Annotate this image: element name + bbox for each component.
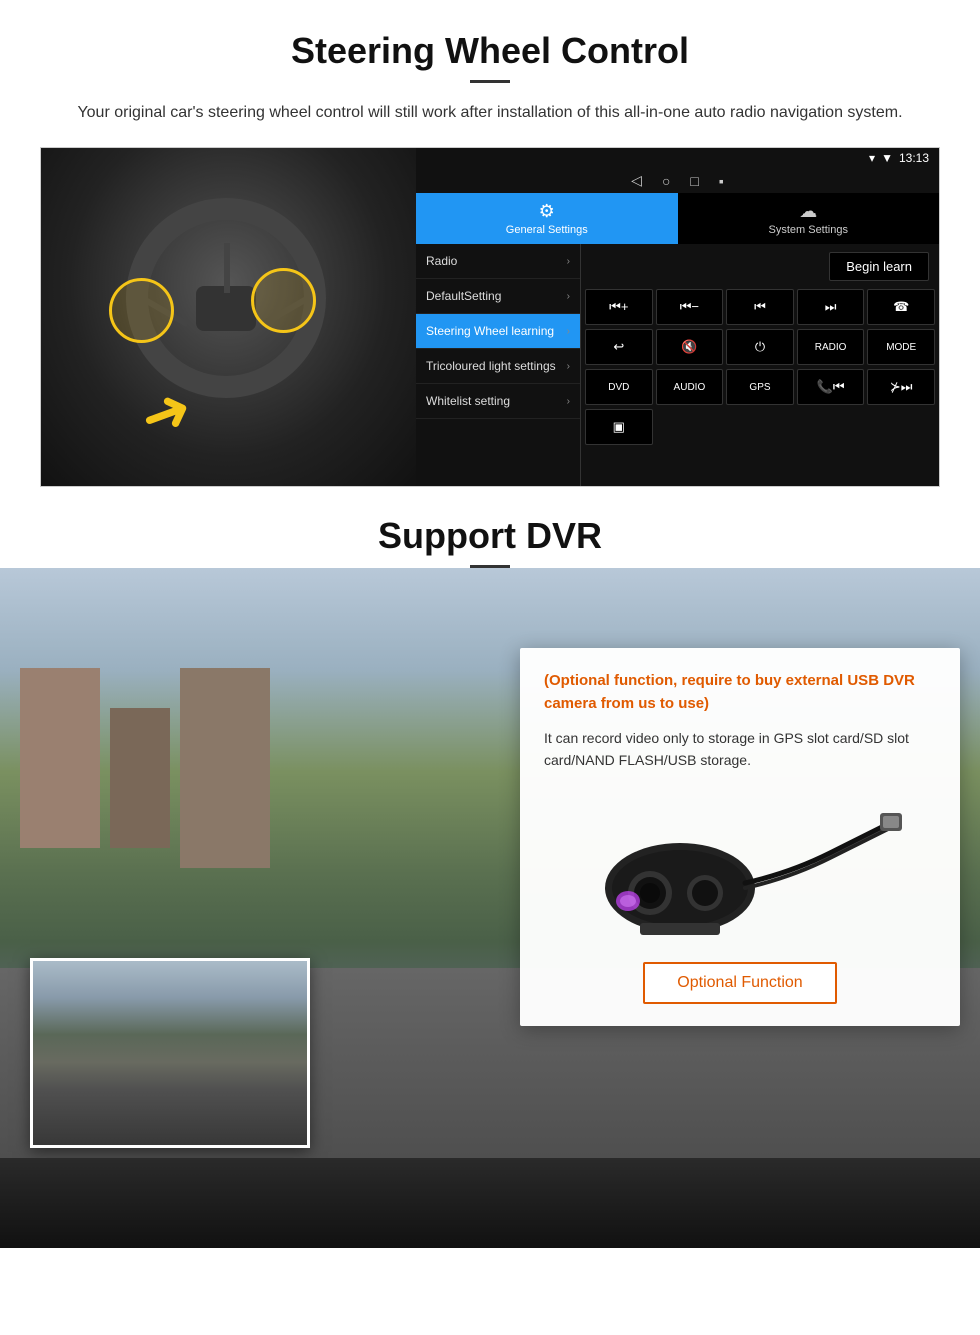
android-navbar: ◁ ○ □ ▪ [416,168,939,193]
menu-list: Radio › DefaultSetting › Steering Wheel … [416,244,581,486]
chevron-right-icon: › [567,256,570,267]
ctrl-vol-up[interactable]: ⏮+ [585,289,653,325]
steering-wheel-bg: ➜ [41,148,416,487]
steering-title: Steering Wheel Control [40,30,940,72]
ctrl-camera[interactable]: ▣ [585,409,653,445]
building-1 [20,668,100,848]
dvr-header: Support DVR [0,487,980,568]
tab-system-label: System Settings [769,224,848,236]
menu-steering-label: Steering Wheel learning [426,324,554,338]
ctrl-back[interactable]: ↩ [585,329,653,365]
menu-whitelist-label: Whitelist setting [426,394,510,408]
ctrl-mute[interactable]: 🔇 [656,329,724,365]
dvr-description: It can record video only to storage in G… [544,727,936,772]
building-3 [180,668,270,868]
steering-wheel-photo: ➜ [41,148,416,487]
menu-default-label: DefaultSetting [426,289,501,303]
menu-item-tricoloured[interactable]: Tricoloured light settings › [416,349,580,384]
dvr-bg-area: (Optional function, require to buy exter… [0,568,980,1248]
android-content: Radio › DefaultSetting › Steering Wheel … [416,244,939,486]
ctrl-phone[interactable]: ☎ [867,289,935,325]
menu-item-whitelist[interactable]: Whitelist setting › [416,384,580,419]
menu-item-radio[interactable]: Radio › [416,244,580,279]
begin-learn-row: Begin learn [585,248,935,285]
chevron-right-icon: › [567,326,570,337]
status-wifi: ▾ [869,151,875,165]
menu-tricoloured-label: Tricoloured light settings [426,359,556,373]
nav-back[interactable]: ◁ [631,172,642,189]
dvr-inset-preview [30,958,310,1148]
dvr-title: Support DVR [40,515,940,557]
nav-home[interactable]: ○ [662,173,670,189]
dvr-camera-svg [570,793,910,943]
steering-section: Steering Wheel Control Your original car… [0,0,980,487]
steering-subtitle: Your original car's steering wheel contr… [40,101,940,125]
gear-icon: ⚙ [539,201,555,222]
ctrl-next-track[interactable]: ⏭ [797,289,865,325]
tab-system-settings[interactable]: ☁ System Settings [678,193,940,244]
tab-general-settings[interactable]: ⚙ General Settings [416,193,678,244]
chevron-right-icon: › [567,361,570,372]
cloud-icon: ☁ [799,201,817,222]
status-signal: ▼ [881,151,893,165]
ctrl-mode[interactable]: MODE [867,329,935,365]
steering-composite: ➜ ▾ ▼ 13:13 ◁ ○ □ ▪ ⚙ General Settin [40,147,940,487]
menu-radio-label: Radio [426,254,457,268]
ctrl-gps[interactable]: GPS [726,369,794,405]
chevron-right-icon: › [567,291,570,302]
title-divider [470,80,510,83]
dvr-optional-text: (Optional function, require to buy exter… [544,670,936,715]
android-statusbar: ▾ ▼ 13:13 [416,148,939,168]
highlight-right [251,268,316,333]
ctrl-radio[interactable]: RADIO [797,329,865,365]
settings-tabs: ⚙ General Settings ☁ System Settings [416,193,939,244]
controls-grid-row4: ▣ [585,409,935,445]
ctrl-audio[interactable]: AUDIO [656,369,724,405]
menu-item-steering[interactable]: Steering Wheel learning › [416,314,580,349]
dvr-section: Support DVR (Optional function, require … [0,487,980,1248]
nav-menu[interactable]: ▪ [719,173,724,189]
sw-spoke-top [224,243,230,293]
controls-grid-row2: ↩ 🔇 ⏻ RADIO MODE [585,329,935,365]
building-2 [110,708,170,848]
optional-function-button[interactable]: Optional Function [643,962,836,1004]
ctrl-dvd[interactable]: DVD [585,369,653,405]
ctrl-prev-track[interactable]: ⏮ [726,289,794,325]
dvr-camera-image [544,788,936,948]
nav-recent[interactable]: □ [690,173,698,189]
status-time: 13:13 [899,151,929,165]
tab-general-label: General Settings [506,224,588,236]
menu-item-default[interactable]: DefaultSetting › [416,279,580,314]
chevron-right-icon: › [567,396,570,407]
highlight-left [109,278,174,343]
learn-panel: Begin learn ⏮+ ⏮− ⏮ ⏭ ☎ ↩ 🔇 ⏻ [581,244,939,486]
dashboard-strip [0,1158,980,1248]
dvr-info-card: (Optional function, require to buy exter… [520,648,960,1026]
begin-learn-button[interactable]: Begin learn [829,252,929,281]
controls-grid-row3: DVD AUDIO GPS 📞⏮ ⊁⏭ [585,369,935,405]
ctrl-power[interactable]: ⏻ [726,329,794,365]
android-panel: ▾ ▼ 13:13 ◁ ○ □ ▪ ⚙ General Settings ☁ S… [416,148,939,486]
controls-grid-row1: ⏮+ ⏮− ⏮ ⏭ ☎ [585,289,935,325]
ctrl-phone-prev[interactable]: 📞⏮ [797,369,865,405]
ctrl-vol-down[interactable]: ⏮− [656,289,724,325]
ctrl-next-src[interactable]: ⊁⏭ [867,369,935,405]
dvr-inset-road [33,961,307,1145]
